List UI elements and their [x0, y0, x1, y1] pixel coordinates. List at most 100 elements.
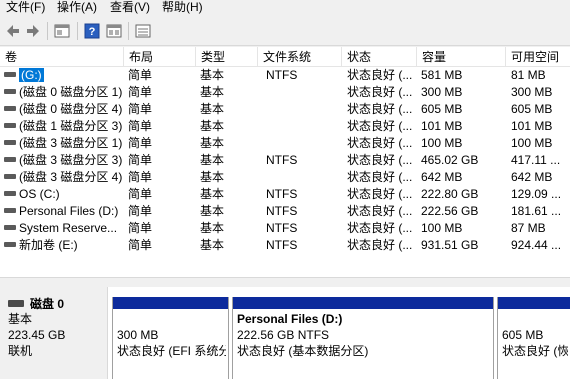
- capacity-cell: 100 MB: [421, 221, 463, 235]
- volume-name: OS (C:): [19, 187, 60, 201]
- layout-cell: 简单: [128, 238, 153, 252]
- list-row[interactable]: (磁盘 1 磁盘分区 3) 简单 基本 状态良好 (... 101 MB 101…: [0, 118, 570, 135]
- free-space-cell: 642 MB: [511, 170, 553, 184]
- partition-bar: [233, 297, 493, 309]
- pane-splitter[interactable]: [0, 277, 570, 287]
- menu-file[interactable]: 文件(F): [6, 0, 45, 16]
- volume-icon: [4, 191, 16, 197]
- type-cell: 基本: [200, 136, 225, 150]
- column-header-layout[interactable]: 布局: [124, 47, 196, 67]
- properties-icon[interactable]: [53, 22, 71, 40]
- list-row[interactable]: (磁盘 3 磁盘分区 3) 简单 基本 NTFS 状态良好 (... 465.0…: [0, 152, 570, 169]
- capacity-cell: 581 MB: [421, 68, 463, 82]
- capacity-cell: 300 MB: [421, 85, 463, 99]
- menu-action[interactable]: 操作(A): [57, 0, 97, 16]
- disk-status: 联机: [8, 344, 33, 358]
- status-cell: 状态良好 (...: [347, 119, 413, 133]
- status-cell: 状态良好 (...: [347, 153, 413, 167]
- partition-block[interactable]: 605 MB 状态良好 (恢: [497, 297, 570, 379]
- free-space-cell: 605 MB: [511, 102, 553, 116]
- filesystem-cell: [266, 169, 342, 186]
- free-space-cell: 181.61 ...: [511, 204, 562, 218]
- list-icon[interactable]: [134, 22, 152, 40]
- filesystem-cell: NTFS: [266, 221, 298, 235]
- volume-icon: [4, 72, 16, 78]
- back-arrow-icon[interactable]: [4, 22, 22, 40]
- menu-view[interactable]: 查看(V): [110, 0, 150, 16]
- column-header-type[interactable]: 类型: [196, 47, 258, 67]
- column-header-capacity[interactable]: 容量: [417, 47, 506, 67]
- capacity-cell: 101 MB: [421, 119, 463, 133]
- disk-type: 基本: [8, 312, 33, 326]
- capacity-cell: 222.56 GB: [421, 204, 479, 218]
- free-space-cell: 129.09 ...: [511, 187, 562, 201]
- column-header-filesystem[interactable]: 文件系统: [258, 47, 342, 67]
- volume-name: 新加卷 (E:): [19, 238, 78, 252]
- type-cell: 基本: [200, 204, 225, 218]
- free-space-cell: 100 MB: [511, 136, 553, 150]
- free-space-cell: 87 MB: [511, 221, 546, 235]
- partition-size: 300 MB: [117, 328, 159, 342]
- disk-size: 223.45 GB: [8, 328, 66, 342]
- volume-name: (磁盘 3 磁盘分区 1): [19, 136, 123, 150]
- partition-size: 222.56 GB NTFS: [237, 328, 330, 342]
- list-row[interactable]: 新加卷 (E:) 简单 基本 NTFS 状态良好 (... 931.51 GB …: [0, 237, 570, 254]
- volume-icon: [4, 208, 16, 214]
- volume-name: (G:): [19, 68, 44, 82]
- list-row[interactable]: System Reserve... 简单 基本 NTFS 状态良好 (... 1…: [0, 220, 570, 237]
- free-space-cell: 300 MB: [511, 85, 553, 99]
- type-cell: 基本: [200, 68, 225, 82]
- list-row[interactable]: (磁盘 3 磁盘分区 4) 简单 基本 状态良好 (... 642 MB 642…: [0, 169, 570, 186]
- disk-name: 磁盘 0: [30, 296, 65, 311]
- column-header-status[interactable]: 状态: [342, 47, 417, 67]
- layout-cell: 简单: [128, 136, 153, 150]
- volume-name: (磁盘 1 磁盘分区 3): [19, 119, 123, 133]
- type-cell: 基本: [200, 85, 225, 99]
- list-header: 卷 布局 类型 文件系统 状态 容量 可用空间: [0, 47, 570, 67]
- status-cell: 状态良好 (...: [347, 204, 413, 218]
- view-icon[interactable]: [105, 22, 123, 40]
- status-cell: 状态良好 (...: [347, 102, 413, 116]
- type-cell: 基本: [200, 238, 225, 252]
- layout-cell: 简单: [128, 170, 153, 184]
- list-row[interactable]: OS (C:) 简单 基本 NTFS 状态良好 (... 222.80 GB 1…: [0, 186, 570, 203]
- status-cell: 状态良好 (...: [347, 136, 413, 150]
- disk-info[interactable]: 磁盘 0 基本 223.45 GB 联机: [0, 287, 108, 379]
- partition-status: 状态良好 (恢: [502, 344, 568, 358]
- list-row[interactable]: (磁盘 0 磁盘分区 1) 简单 基本 状态良好 (... 300 MB 300…: [0, 84, 570, 101]
- filesystem-cell: NTFS: [266, 187, 298, 201]
- type-cell: 基本: [200, 170, 225, 184]
- layout-cell: 简单: [128, 102, 153, 116]
- filesystem-cell: NTFS: [266, 68, 298, 82]
- svg-text:?: ?: [89, 26, 96, 38]
- list-row[interactable]: Personal Files (D:) 简单 基本 NTFS 状态良好 (...…: [0, 203, 570, 220]
- partition-block[interactable]: Personal Files (D:) 222.56 GB NTFS 状态良好 …: [232, 297, 494, 379]
- type-cell: 基本: [200, 102, 225, 116]
- forward-arrow-icon[interactable]: [24, 22, 42, 40]
- capacity-cell: 642 MB: [421, 170, 463, 184]
- volume-name: (磁盘 0 磁盘分区 1): [19, 85, 123, 99]
- volume-name: (磁盘 3 磁盘分区 4): [19, 170, 123, 184]
- partition-block[interactable]: 300 MB 状态良好 (EFI 系统分: [112, 297, 229, 379]
- list-row[interactable]: (磁盘 3 磁盘分区 1) 简单 基本 状态良好 (... 100 MB 100…: [0, 135, 570, 152]
- menu-help[interactable]: 帮助(H): [162, 0, 203, 16]
- status-cell: 状态良好 (...: [347, 238, 413, 252]
- column-header-volume[interactable]: 卷: [0, 47, 124, 67]
- volume-name: Personal Files (D:): [19, 204, 119, 218]
- list-row[interactable]: (磁盘 0 磁盘分区 4) 简单 基本 状态良好 (... 605 MB 605…: [0, 101, 570, 118]
- list-row[interactable]: (G:) 简单 基本 NTFS 状态良好 (... 581 MB 81 MB: [0, 67, 570, 84]
- volume-icon: [4, 174, 16, 180]
- column-header-free-space[interactable]: 可用空间: [506, 47, 570, 67]
- partition-title: [502, 311, 568, 327]
- filesystem-cell: NTFS: [266, 153, 298, 167]
- filesystem-cell: NTFS: [266, 238, 298, 252]
- disk-icon: [8, 299, 24, 307]
- status-cell: 状态良好 (...: [347, 187, 413, 201]
- partition-title: Personal Files (D:): [237, 312, 343, 326]
- partition-bar: [498, 297, 570, 309]
- help-icon[interactable]: ?: [83, 22, 101, 40]
- type-cell: 基本: [200, 187, 225, 201]
- volume-name: (磁盘 0 磁盘分区 4): [19, 102, 123, 116]
- free-space-cell: 101 MB: [511, 119, 553, 133]
- filesystem-cell: [266, 135, 342, 152]
